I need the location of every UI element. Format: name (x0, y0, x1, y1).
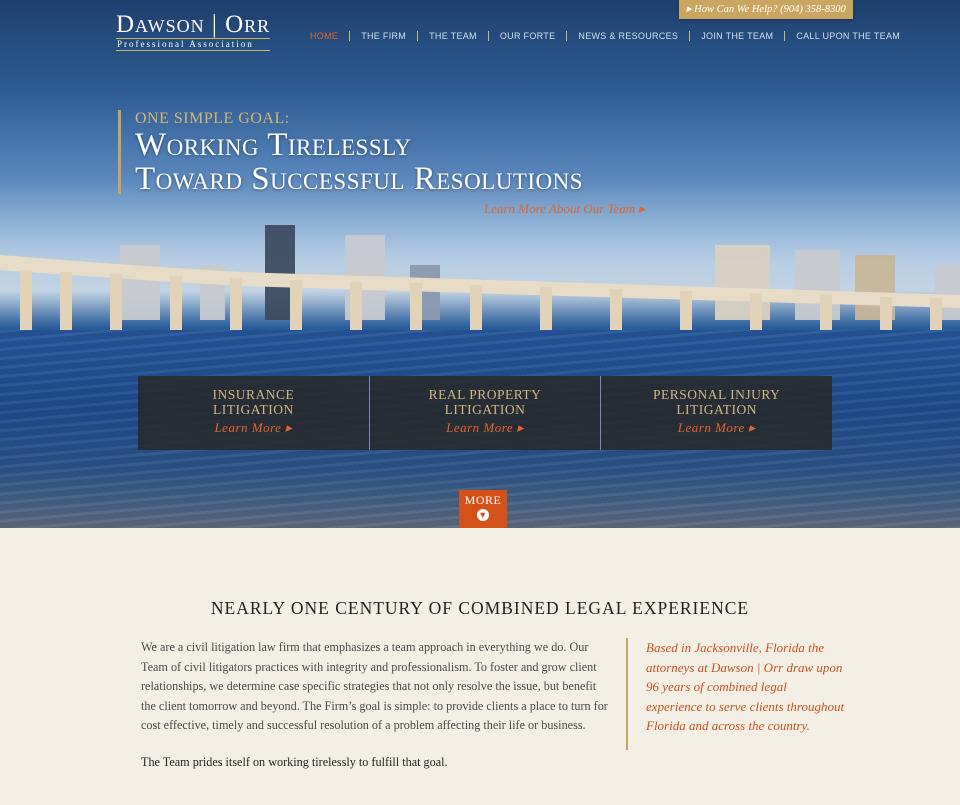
more-label: MORE (464, 493, 502, 507)
practice-learn-more-link[interactable]: Learn More ▸ (370, 420, 601, 435)
hero-headline-line1: Working Tirelessly (135, 127, 412, 163)
learn-more-label: Learn More (214, 420, 282, 435)
nav-news-resources[interactable]: NEWS & RESOURCES (566, 31, 689, 41)
practice-title-line2: LITIGATION (676, 402, 758, 417)
chevron-right-icon: ▸ (638, 201, 645, 216)
brand-logo[interactable]: Dawson | Orr Professional Association (116, 11, 271, 51)
hero-kicker: ONE SIMPLE GOAL: (135, 110, 290, 127)
brand-name: Dawson | Orr (116, 11, 271, 38)
arrow-down-circle-icon: ▼ (477, 509, 489, 521)
learn-more-label: Learn More (677, 420, 745, 435)
intro-section: NEARLY ONE CENTURY OF COMBINED LEGAL EXP… (0, 528, 960, 805)
nav-the-team[interactable]: THE TEAM (417, 31, 488, 41)
learn-more-team-label: Learn More About Our Team (484, 201, 636, 216)
section-heading: NEARLY ONE CENTURY OF COMBINED LEGAL EXP… (210, 598, 750, 618)
practice-title-line1: INSURANCE (212, 387, 295, 402)
practice-title-line2: LITIGATION (444, 402, 526, 417)
practice-learn-more-link[interactable]: Learn More ▸ (138, 420, 369, 435)
intro-closing: The Team prides itself on working tirele… (141, 754, 448, 769)
hero-tagline: ONE SIMPLE GOAL: Working Tirelessly Towa… (118, 110, 584, 197)
brand-subtitle: Professional Association (116, 38, 271, 51)
practice-real-property-litigation[interactable]: REAL PROPERTY LITIGATION Learn More ▸ (369, 376, 602, 450)
pull-quote: Based in Jacksonville, Florida the attor… (626, 638, 846, 750)
practice-title-line2: LITIGATION (212, 402, 294, 417)
intro-paragraph: We are a civil litigation law firm that … (141, 640, 608, 733)
help-phone-label: How Can We Help? (904) 358-8300 (694, 4, 846, 15)
learn-more-label: Learn More (446, 420, 514, 435)
nav-join-the-team[interactable]: JOIN THE TEAM (689, 31, 784, 41)
chevron-right-icon: ▸ (285, 420, 293, 435)
chevron-right-icon: ▸ (516, 420, 524, 435)
nav-our-forte[interactable]: OUR FORTE (487, 31, 567, 41)
practice-personal-injury-litigation[interactable]: PERSONAL INJURY LITIGATION Learn More ▸ (601, 376, 833, 450)
intro-body: We are a civil litigation law firm that … (141, 638, 611, 790)
more-scroll-button[interactable]: MORE ▼ (459, 490, 507, 528)
practice-insurance-litigation[interactable]: INSURANCE LITIGATION Learn More ▸ (138, 376, 370, 450)
hero-banner: Dawson | Orr Professional Association ▸ … (0, 0, 960, 528)
learn-more-team-link[interactable]: Learn More About Our Team ▸ (484, 201, 645, 217)
practice-learn-more-link[interactable]: Learn More ▸ (601, 420, 832, 435)
city-skyline-bridge-image (0, 225, 960, 330)
main-nav: HOME THE FIRM THE TEAM OUR FORTE NEWS & … (310, 31, 911, 41)
nav-home[interactable]: HOME (310, 31, 349, 41)
practice-title-line1: REAL PROPERTY (428, 387, 542, 402)
practice-title-line1: PERSONAL INJURY (652, 387, 781, 402)
nav-the-firm[interactable]: THE FIRM (349, 31, 417, 41)
help-phone-button[interactable]: ▸ How Can We Help? (904) 358-8300 (679, 0, 853, 19)
practice-areas: INSURANCE LITIGATION Learn More ▸ REAL P… (138, 376, 833, 450)
nav-call-upon-the-team[interactable]: CALL UPON THE TEAM (784, 31, 911, 41)
chevron-right-icon: ▸ (748, 420, 756, 435)
hero-headline-line2: Toward Successful Resolutions (135, 161, 584, 197)
